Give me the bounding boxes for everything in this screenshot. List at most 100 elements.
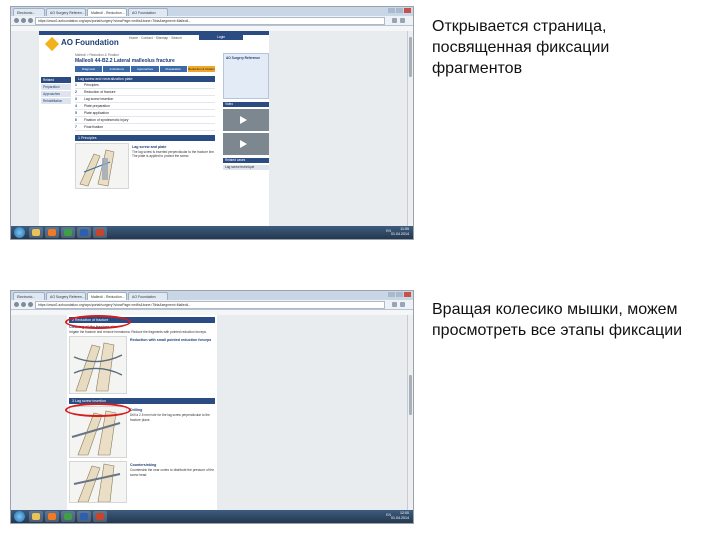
star-icon[interactable] (392, 18, 397, 23)
scrollbar-thumb[interactable] (409, 375, 412, 415)
settings-icon[interactable] (400, 302, 405, 307)
browser-screenshot-2: Electronic... AO Surgery Referen... Mall… (10, 290, 414, 524)
taskbar-app-explorer[interactable] (29, 511, 43, 522)
countersinking-illustration (69, 461, 127, 504)
minimize-icon[interactable] (388, 292, 395, 297)
step-link[interactable]: 2 Reduction of fracture (75, 89, 215, 96)
step-link[interactable]: 1 Principles (75, 82, 215, 89)
scrollbar-thumb[interactable] (409, 37, 412, 77)
browser-screenshot-1: Electronic... AO Surgery Referen... Mall… (10, 6, 414, 240)
taskbar-app-explorer[interactable] (29, 227, 43, 238)
video-thumbnail[interactable] (223, 109, 269, 131)
step-link[interactable]: 4 Plate preparation (75, 103, 215, 110)
browser-tab-strip: Electronic... AO Surgery Referen... Mall… (11, 291, 413, 300)
start-button-icon[interactable] (14, 511, 25, 522)
step-number: 1 (75, 83, 77, 87)
play-icon[interactable] (240, 140, 247, 148)
login-button[interactable]: Login (199, 34, 243, 40)
right-column: AO Surgery Reference Video Related cases… (223, 53, 269, 170)
url-field[interactable]: https://www2.aofoundation.org/wps/portal… (35, 301, 385, 309)
tab-indications[interactable]: Indications (103, 66, 131, 72)
taskbar-app-chrome[interactable] (61, 227, 75, 238)
tab-diagnosis[interactable]: Diagnosis (75, 66, 103, 72)
video-thumbnail[interactable] (223, 133, 269, 155)
ao-logo-icon (44, 36, 60, 52)
step-link[interactable]: 5 Plate application (75, 110, 215, 117)
back-icon[interactable] (14, 302, 19, 307)
taskbar-clock[interactable]: 11:55 01.04.2014 (391, 227, 409, 237)
side-menu-heading: Related (41, 77, 71, 83)
step-label: Principles (84, 83, 99, 87)
step-link[interactable]: 7 Final fixation (75, 124, 215, 131)
browser-tab[interactable]: Electronic... (13, 292, 45, 300)
video-heading: Video (223, 102, 269, 107)
step-link[interactable]: 6 Fixation of syndesmotic injury (75, 117, 215, 124)
reload-icon[interactable] (28, 18, 33, 23)
lag-screw-link[interactable]: Lag screw technique (223, 165, 269, 170)
side-menu: Related Preparation Approaches Rehabilit… (41, 77, 71, 137)
top-links[interactable]: Home · Contact · Sitemap · Search (129, 36, 182, 41)
tab-reduction-fixation[interactable]: Reduction & fixation (187, 66, 216, 72)
ao-surgery-reference-box[interactable]: AO Surgery Reference (223, 53, 269, 99)
side-menu-item[interactable]: Rehabilitation (41, 98, 71, 104)
forward-icon[interactable] (21, 302, 26, 307)
taskbar-app-media[interactable] (45, 511, 59, 522)
step-label: Lag screw insertion (84, 97, 114, 101)
procedure-tabs: Diagnosis Indications Approaches Prepara… (75, 66, 216, 72)
site-logo-text: AO Foundation (61, 38, 119, 47)
main-column: Malleoli > Reduction & Fixation Malleoli… (75, 53, 216, 189)
highlight-oval (65, 403, 131, 417)
page-viewport: 2 Reduction of fracture Cleaning of the … (11, 315, 413, 510)
browser-tab[interactable]: AO Surgery Referen... (46, 8, 86, 16)
scrollbar[interactable] (407, 315, 413, 510)
tab-approaches[interactable]: Approaches (131, 66, 159, 72)
reload-icon[interactable] (28, 302, 33, 307)
taskbar-app-powerpoint[interactable] (93, 227, 107, 238)
taskbar-app-powerpoint[interactable] (93, 511, 107, 522)
countersinking-text: Countersink the near cortex to distribut… (130, 468, 214, 477)
play-icon[interactable] (240, 116, 247, 124)
tab-preparation[interactable]: Preparation (159, 66, 187, 72)
related-cases-link[interactable]: Related cases (223, 158, 269, 163)
side-menu-item[interactable]: Approaches (41, 91, 71, 97)
browser-tab[interactable]: AO Foundation (128, 292, 168, 300)
window-controls (387, 8, 411, 14)
step-number: 4 (75, 104, 77, 108)
taskbar-app-word[interactable] (77, 511, 91, 522)
browser-tab[interactable]: AO Surgery Referen... (46, 292, 86, 300)
maximize-icon[interactable] (396, 8, 403, 13)
taskbar-app-word[interactable] (77, 227, 91, 238)
clock-date: 01.04.2014 (391, 232, 409, 236)
windows-taskbar: EN 11:55 01.04.2014 (11, 226, 413, 239)
browser-tab[interactable]: Electronic... (13, 8, 45, 16)
step-link[interactable]: 3 Lag screw insertion (75, 96, 215, 103)
slide-caption-1: Открывается страница, посвященная фиксац… (432, 18, 610, 77)
settings-icon[interactable] (400, 18, 405, 23)
page-title: Malleoli 44-B2.2 Lateral malleolus fract… (75, 58, 175, 64)
close-icon[interactable] (404, 292, 411, 297)
taskbar-clock[interactable]: 12:00 01.04.2014 (391, 511, 409, 521)
browser-tab[interactable]: AO Foundation (128, 8, 168, 16)
url-field[interactable]: https://www2.aofoundation.org/wps/portal… (35, 17, 385, 25)
back-icon[interactable] (14, 18, 19, 23)
address-bar-row: https://www2.aofoundation.org/wps/portal… (11, 16, 413, 26)
forward-icon[interactable] (21, 18, 26, 23)
address-bar-row: https://www2.aofoundation.org/wps/portal… (11, 300, 413, 310)
browser-tab-active[interactable]: Malleoli - Reduction... (87, 292, 127, 300)
scrollbar[interactable] (407, 31, 413, 226)
start-button-icon[interactable] (14, 227, 25, 238)
side-menu-item[interactable]: Preparation (41, 84, 71, 90)
reference-box-title: AO Surgery Reference (226, 56, 261, 60)
browser-tab-active[interactable]: Malleoli - Reduction... (87, 8, 127, 16)
step-label: Fixation of syndesmotic injury (84, 118, 129, 122)
taskbar-app-chrome[interactable] (61, 511, 75, 522)
maximize-icon[interactable] (396, 292, 403, 297)
taskbar-app-media[interactable] (45, 227, 59, 238)
window-controls (387, 292, 411, 298)
close-icon[interactable] (404, 8, 411, 13)
step-label: Plate application (84, 111, 109, 115)
star-icon[interactable] (392, 302, 397, 307)
minimize-icon[interactable] (388, 8, 395, 13)
step-label: Reduction of fracture (84, 90, 116, 94)
page-viewport: AO Foundation Home · Contact · Sitemap ·… (11, 31, 413, 226)
